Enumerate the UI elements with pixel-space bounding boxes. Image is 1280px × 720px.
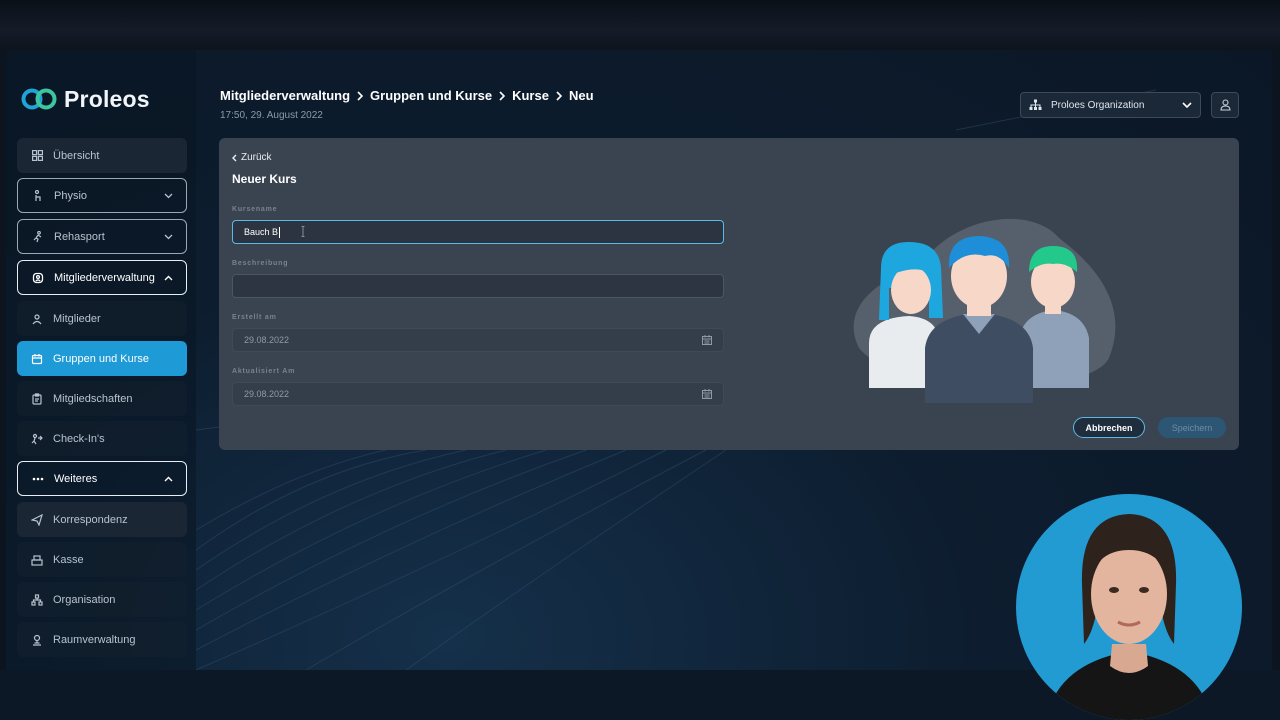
sidebar-item-gruppen-und-kurse[interactable]: Gruppen und Kurse bbox=[17, 341, 187, 376]
presenter-illustration bbox=[1046, 514, 1212, 720]
sidebar-item-mitgliederverwaltung[interactable]: Mitgliederverwaltung bbox=[17, 260, 187, 295]
calendar-icon[interactable] bbox=[702, 389, 712, 399]
video-top-band bbox=[0, 0, 1280, 50]
hierarchy-icon bbox=[1029, 99, 1042, 111]
save-button[interactable]: Speichern bbox=[1158, 417, 1226, 438]
user-profile-button[interactable] bbox=[1211, 92, 1239, 118]
calendar-icon[interactable] bbox=[702, 335, 712, 345]
hierarchy-icon bbox=[29, 592, 45, 608]
breadcrumb-item-current: Neu bbox=[568, 88, 594, 103]
members-icon bbox=[30, 270, 46, 286]
sidebar-item-kasse[interactable]: Kasse bbox=[17, 542, 187, 577]
sidebar-item-label: Mitgliedschaften bbox=[53, 392, 133, 405]
sidebar-item-physio[interactable]: Physio bbox=[17, 178, 187, 213]
chevron-up-icon bbox=[162, 272, 174, 284]
chevron-down-icon bbox=[162, 231, 174, 243]
beschreibung-label: Beschreibung bbox=[232, 260, 289, 267]
sidebar-item-label: Check-In's bbox=[53, 432, 105, 445]
sidebar-item-label: Übersicht bbox=[53, 149, 100, 162]
sidebar-item-check-ins[interactable]: Check-In's bbox=[17, 421, 187, 456]
sidebar-item-label: Korrespondenz bbox=[53, 513, 128, 526]
erstellt-am-label: Erstellt am bbox=[232, 314, 277, 321]
sidebar: Proleos Übersicht Physio Rehasport Mitgl… bbox=[6, 50, 196, 670]
page-title: Neuer Kurs bbox=[232, 172, 297, 186]
sidebar-item-label: Physio bbox=[54, 189, 88, 202]
more-icon bbox=[30, 471, 46, 487]
sidebar-item-label: Raumverwaltung bbox=[53, 633, 136, 646]
sidebar-item-label: Mitglieder bbox=[53, 312, 101, 325]
breadcrumb-item[interactable]: Mitgliederverwaltung bbox=[220, 88, 350, 103]
chevron-down-icon bbox=[162, 190, 174, 202]
chevron-up-icon bbox=[162, 473, 174, 485]
aktualisiert-am-label: Aktualisiert Am bbox=[232, 368, 296, 375]
text-cursor-icon bbox=[301, 226, 305, 237]
room-icon bbox=[29, 632, 45, 648]
grid-icon bbox=[29, 148, 45, 164]
chevron-right-icon bbox=[497, 90, 507, 102]
proleos-logo-icon bbox=[21, 88, 57, 110]
group-people-illustration bbox=[853, 218, 1116, 403]
chevron-down-icon bbox=[1182, 100, 1192, 111]
sidebar-item-weiteres[interactable]: Weiteres bbox=[17, 461, 187, 496]
checkin-icon bbox=[29, 431, 45, 447]
sidebar-item-uebersicht[interactable]: Übersicht bbox=[17, 138, 187, 173]
breadcrumb-item[interactable]: Kurse bbox=[512, 88, 549, 103]
new-course-card: Zurück Neuer Kurs Kursename Bauch B Besc… bbox=[219, 138, 1239, 450]
back-link-label: Zurück bbox=[241, 152, 272, 163]
physio-icon bbox=[30, 188, 46, 204]
presenter-video-avatar bbox=[1016, 494, 1242, 720]
datetime-text: 17:50, 29. August 2022 bbox=[220, 110, 323, 121]
organization-select-value: Proloes Organization bbox=[1051, 99, 1145, 111]
breadcrumb-item[interactable]: Gruppen und Kurse bbox=[370, 88, 492, 103]
organization-select[interactable]: Proloes Organization bbox=[1020, 92, 1201, 118]
user-icon bbox=[29, 311, 45, 327]
sidebar-item-label: Kasse bbox=[53, 553, 84, 566]
cancel-button[interactable]: Abbrechen bbox=[1073, 417, 1145, 438]
sidebar-item-raumverwaltung[interactable]: Raumverwaltung bbox=[17, 622, 187, 657]
logo-text: Proleos bbox=[64, 85, 150, 112]
sidebar-item-label: Organisation bbox=[53, 593, 116, 606]
erstellt-am-value: 29.08.2022 bbox=[244, 335, 290, 345]
sidebar-item-label: Mitgliederverwaltung bbox=[54, 271, 155, 284]
sidebar-item-organisation[interactable]: Organisation bbox=[17, 582, 187, 617]
calendar-icon bbox=[29, 351, 45, 367]
erstellt-am-field: 29.08.2022 bbox=[232, 328, 724, 352]
sidebar-item-korrespondenz[interactable]: Korrespondenz bbox=[17, 502, 187, 537]
sidebar-item-label: Rehasport bbox=[54, 230, 105, 243]
clipboard-icon bbox=[29, 391, 45, 407]
send-icon bbox=[29, 512, 45, 528]
back-link[interactable]: Zurück bbox=[232, 152, 272, 163]
sidebar-item-label: Gruppen und Kurse bbox=[53, 352, 150, 365]
logo: Proleos bbox=[20, 84, 150, 114]
user-icon bbox=[1219, 99, 1231, 111]
sidebar-item-rehasport[interactable]: Rehasport bbox=[17, 219, 187, 254]
sidebar-item-label: Weiteres bbox=[54, 472, 98, 485]
chevron-left-icon bbox=[232, 154, 237, 162]
beschreibung-input[interactable] bbox=[232, 274, 724, 298]
sidebar-item-mitglieder[interactable]: Mitglieder bbox=[17, 301, 187, 336]
chevron-right-icon bbox=[554, 90, 564, 102]
chevron-right-icon bbox=[355, 90, 365, 102]
kursname-label: Kursename bbox=[232, 206, 278, 213]
aktualisiert-am-field: 29.08.2022 bbox=[232, 382, 724, 406]
running-icon bbox=[30, 229, 46, 245]
breadcrumb: Mitgliederverwaltung Gruppen und Kurse K… bbox=[220, 88, 594, 103]
kursname-input[interactable]: Bauch B bbox=[232, 220, 724, 244]
register-icon bbox=[29, 552, 45, 568]
text-caret bbox=[279, 226, 281, 238]
sidebar-item-mitgliedschaften[interactable]: Mitgliedschaften bbox=[17, 381, 187, 416]
aktualisiert-am-value: 29.08.2022 bbox=[244, 389, 290, 399]
kursname-input-value: Bauch B bbox=[244, 227, 279, 237]
